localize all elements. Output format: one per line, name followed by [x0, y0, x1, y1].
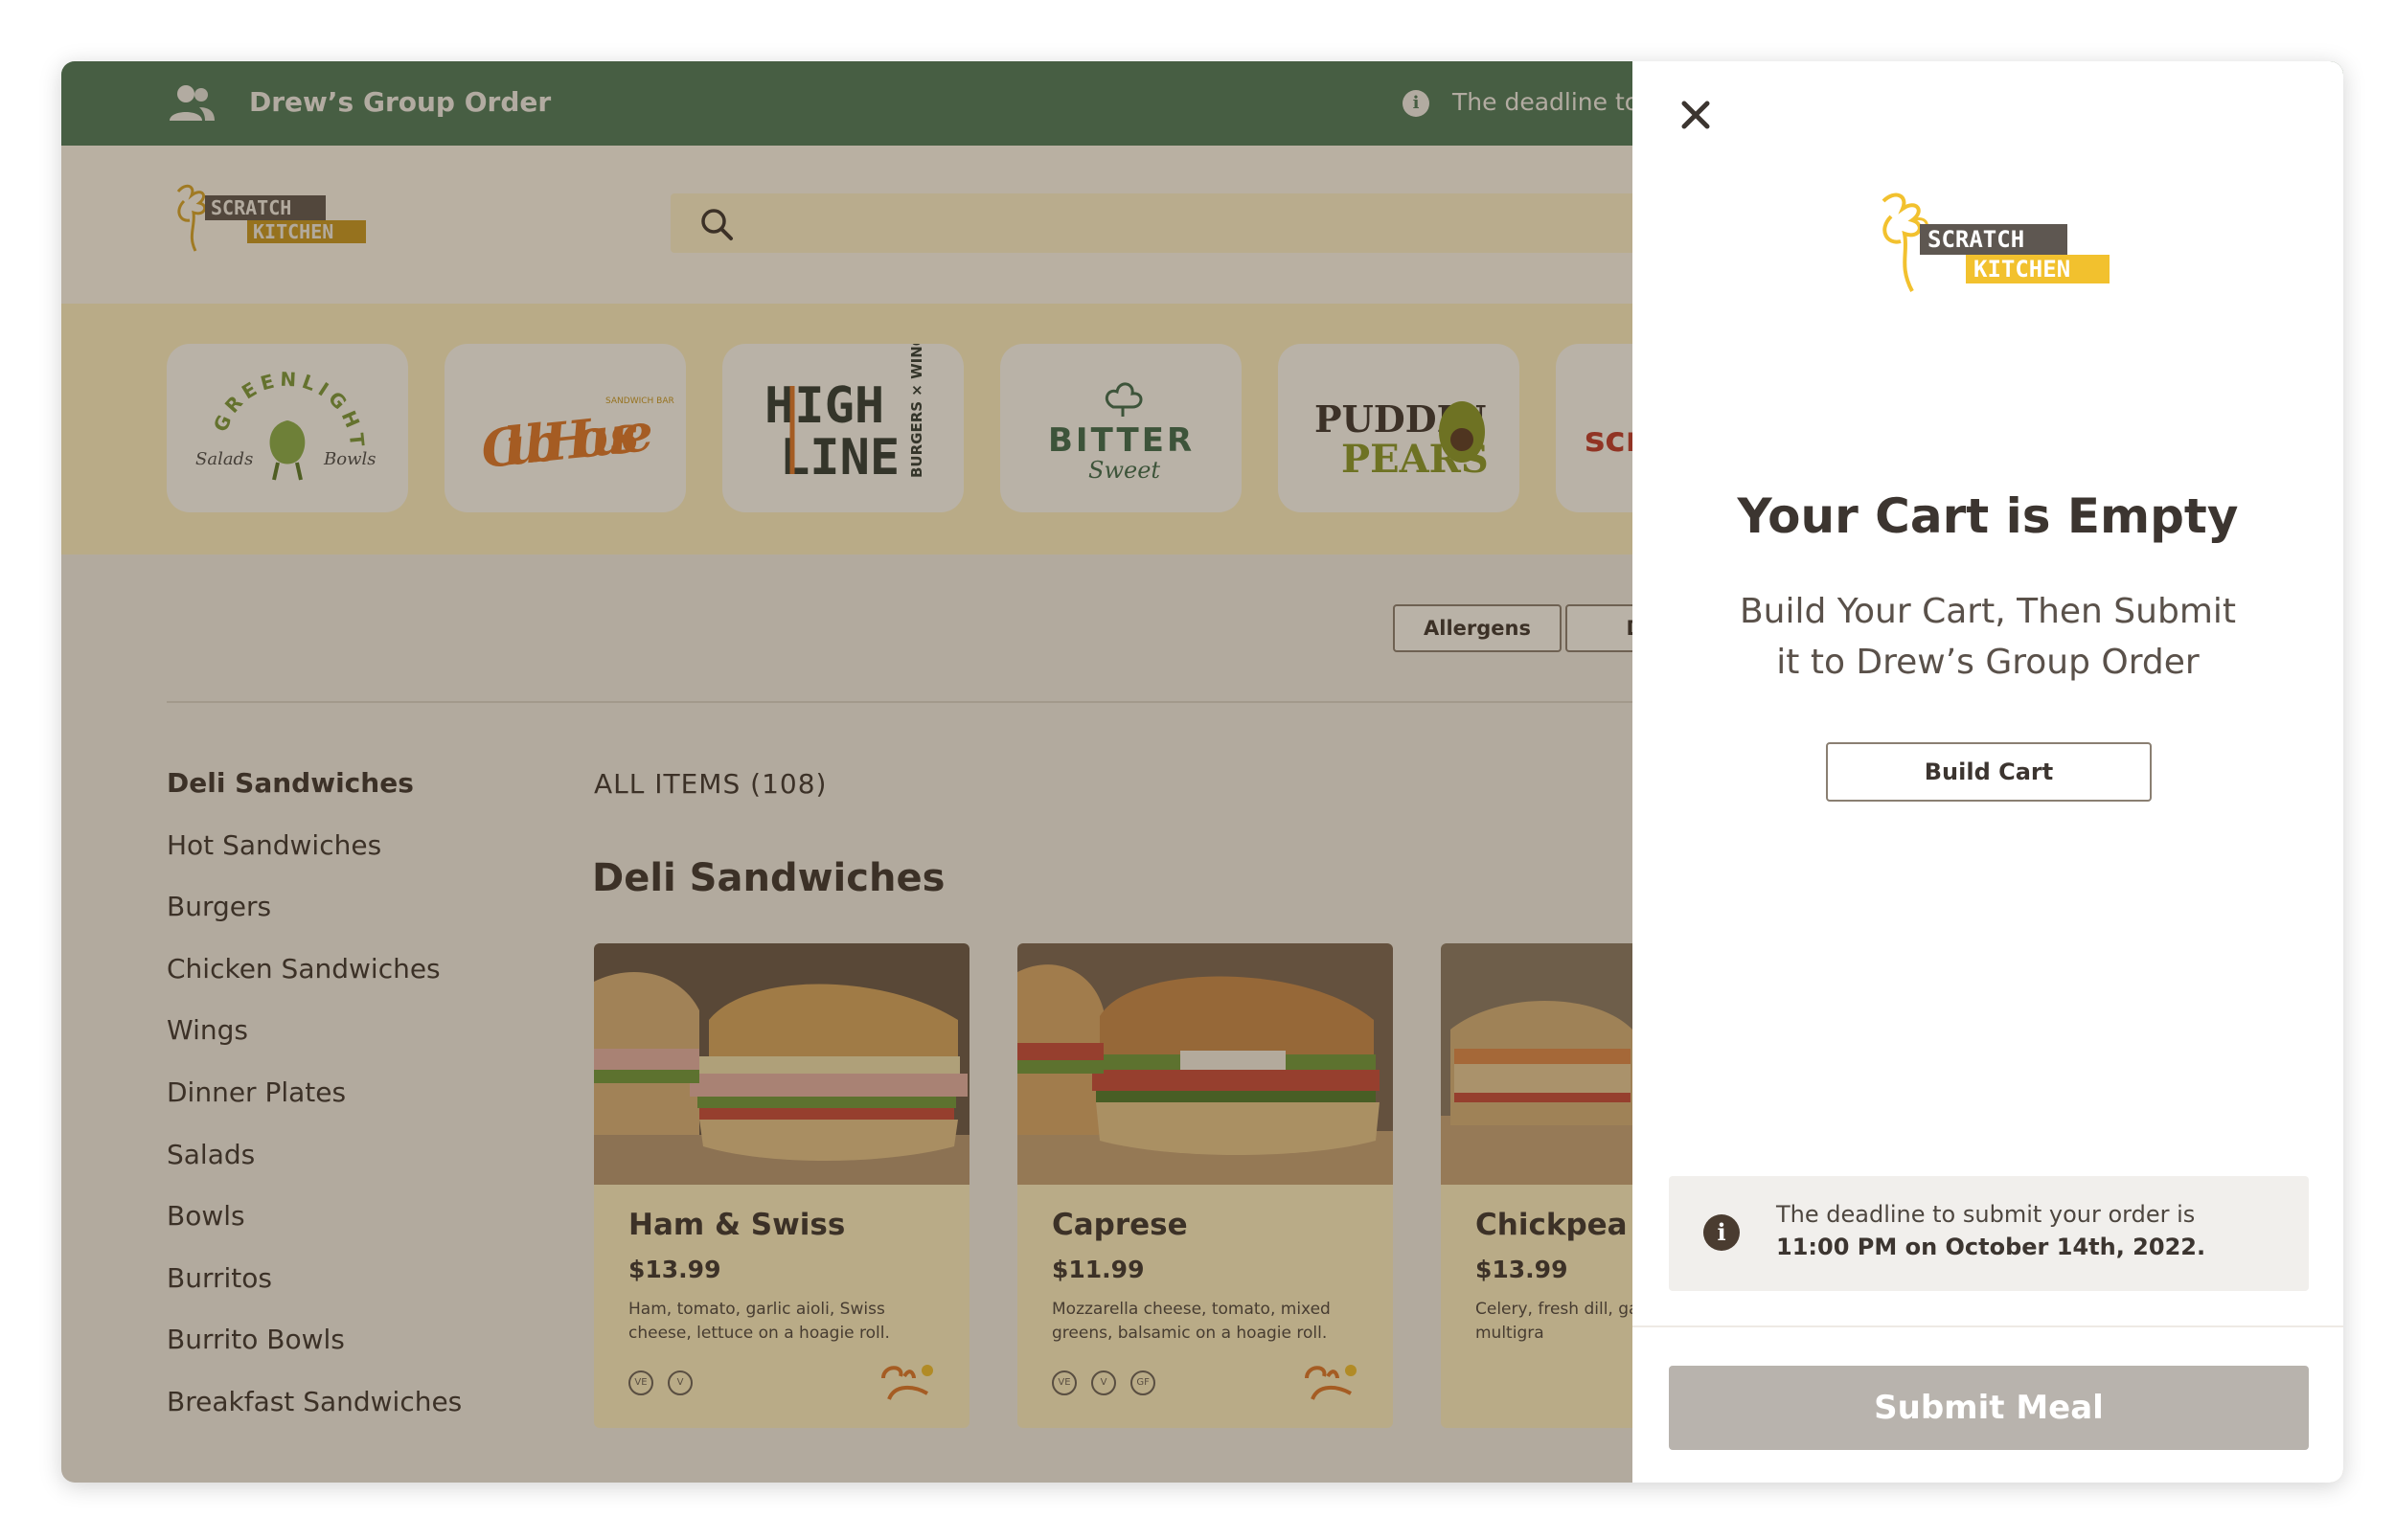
- empty-cart-subtitle: Build Your Cart, Then Submit it to Drew’…: [1739, 592, 2237, 682]
- logo-text-bottom: KITCHEN: [1973, 256, 2070, 283]
- build-cart-button[interactable]: Build Cart: [1826, 742, 2152, 802]
- submit-meal-button[interactable]: Submit Meal: [1669, 1366, 2309, 1450]
- scratch-kitchen-logo: SCRATCH KITCHEN: [1882, 192, 2110, 292]
- deadline-notice: i The deadline to submit your order is 1…: [1669, 1176, 2309, 1291]
- info-icon: i: [1703, 1214, 1740, 1251]
- divider: [1632, 1325, 2343, 1327]
- deadline-text: The deadline to submit your order is: [1776, 1201, 2196, 1228]
- logo-text-top: SCRATCH: [1927, 226, 2024, 253]
- cart-drawer: SCRATCH KITCHEN Your Cart is Empty Build…: [1632, 61, 2343, 1483]
- empty-cart-title: Your Cart is Empty: [1737, 488, 2239, 544]
- app-window: Drew’s Group Order i The deadline to sub…: [61, 61, 2343, 1483]
- deadline-datetime: 11:00 PM on October 14th, 2022.: [1776, 1234, 2206, 1260]
- close-icon[interactable]: [1676, 96, 1715, 134]
